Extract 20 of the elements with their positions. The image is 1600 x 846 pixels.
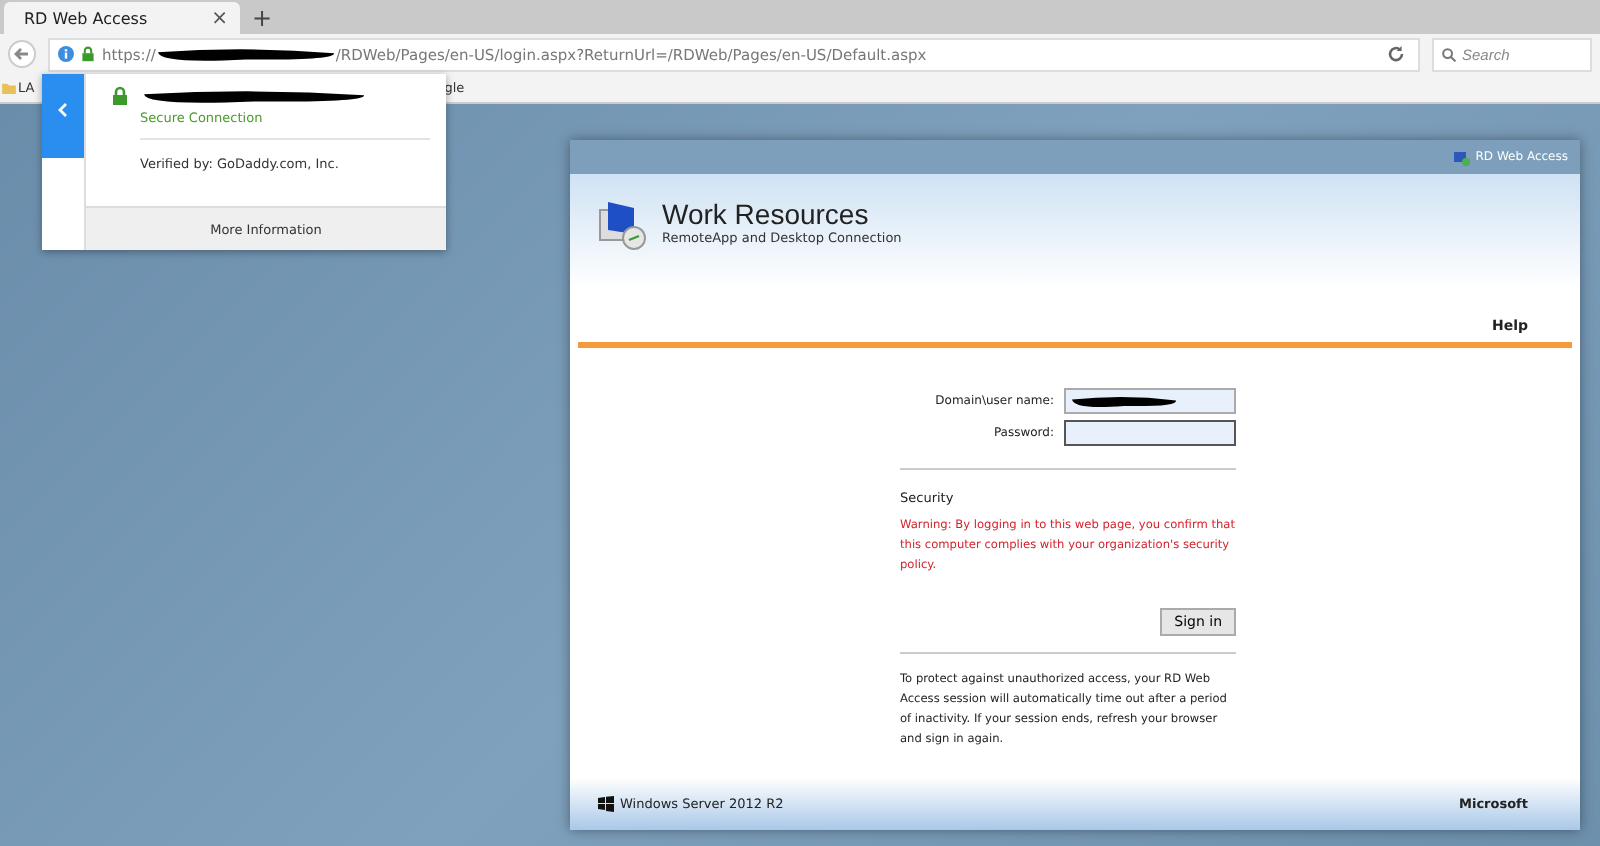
folder-icon	[2, 82, 16, 94]
computer-icon	[1453, 149, 1470, 165]
remote-computer-icon	[598, 198, 650, 250]
close-icon[interactable]: ×	[211, 7, 228, 29]
input-field[interactable]	[1064, 388, 1236, 414]
browser-tab[interactable]: RD Web Access ×	[4, 2, 240, 34]
input-field[interactable]	[1064, 420, 1236, 446]
info-icon[interactable]	[58, 46, 74, 62]
chevron-left-icon	[58, 102, 68, 118]
lock-icon	[80, 46, 96, 62]
new-tab-button[interactable]: +	[252, 2, 273, 34]
tab-title: RD Web Access	[24, 9, 148, 27]
reload-icon[interactable]	[1386, 44, 1406, 64]
popup-back-button[interactable]	[42, 74, 86, 250]
windows-logo-icon	[598, 796, 614, 812]
search-icon	[1442, 47, 1456, 61]
back-icon[interactable]	[8, 40, 36, 68]
redaction-mark	[1070, 393, 1178, 409]
page-title: Work Resources	[662, 198, 871, 230]
lock-icon	[110, 86, 130, 106]
